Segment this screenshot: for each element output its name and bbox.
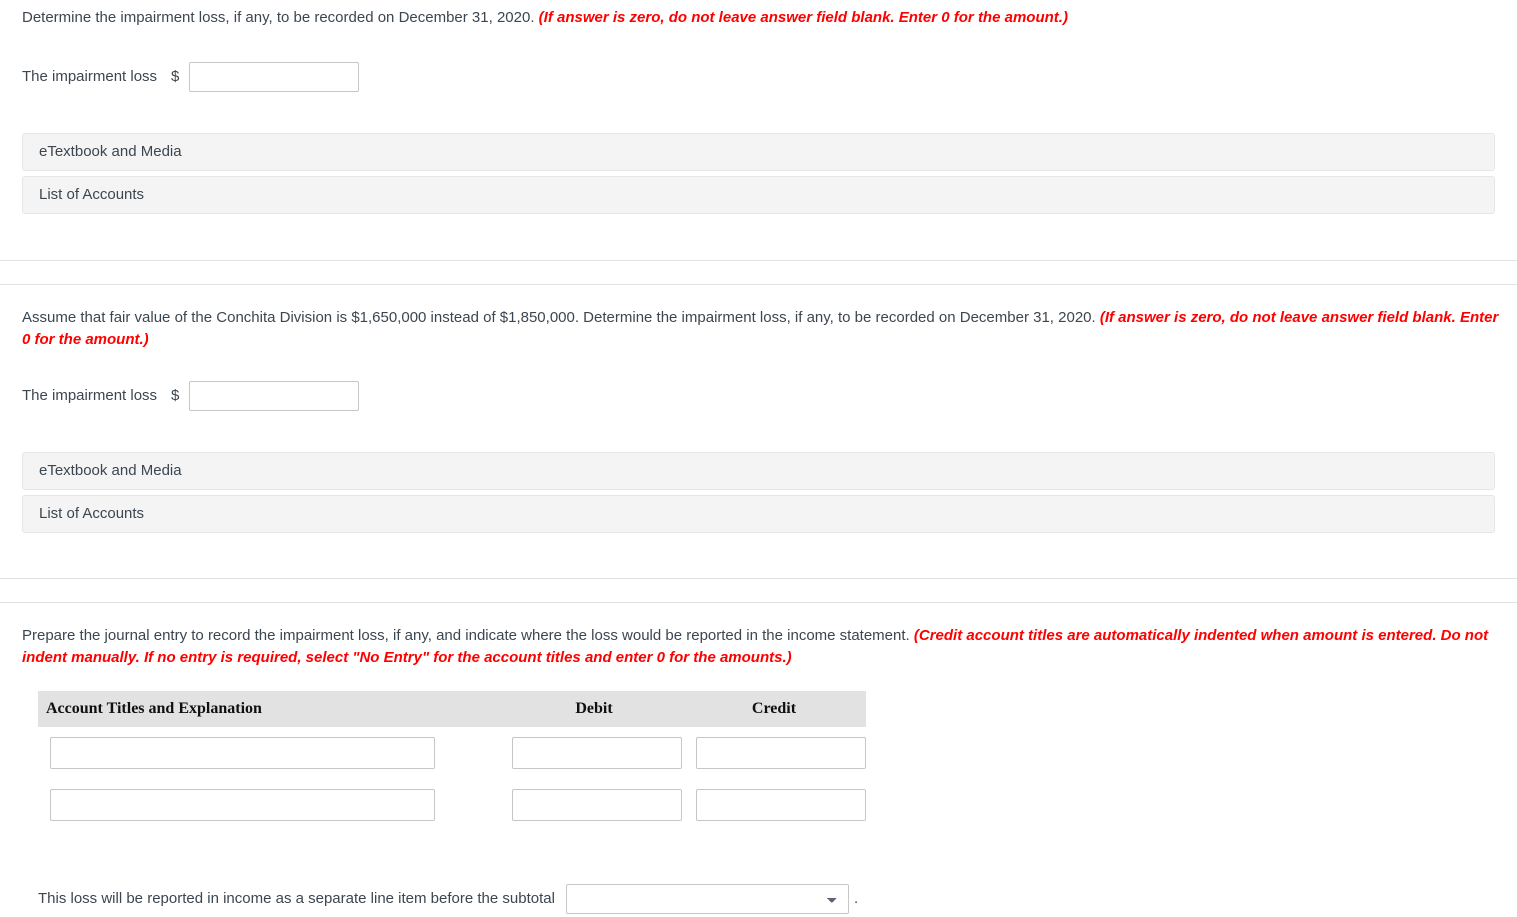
part-a-etextbook-and-media-button[interactable]: eTextbook and Media [22,132,1495,171]
part-a-etextbook-label: eTextbook and Media [39,142,182,160]
journal-entry-section: Prepare the journal entry to record the … [0,603,1517,914]
journal-row-1-account-input[interactable] [50,736,435,769]
part-b-list-of-accounts-label: List of Accounts [39,504,145,522]
assignment-page: Determine the impairment loss, if any, t… [0,0,1517,914]
part-a-answer-label: The impairment loss [22,67,158,85]
journal-row-2-account-cell [38,779,506,831]
part-a-list-of-accounts-label: List of Accounts [39,185,145,203]
journal-prompt: Prepare the journal entry to record the … [16,625,1501,670]
journal-row-1-credit-input[interactable] [696,736,866,769]
column-header-debit: Debit [506,690,682,727]
part-b-currency-symbol: $ [171,386,180,404]
part-b-prompt: Assume that fair value of the Conchita D… [16,307,1501,352]
journal-row-1-debit-cell [506,727,682,779]
part-a-list-of-accounts-button[interactable]: List of Accounts [22,175,1495,214]
journal-row-2-debit-input[interactable] [512,788,682,821]
part-a-answer-row: The impairment loss $ [16,61,1501,92]
table-row [38,779,866,831]
part-a-prompt: Determine the impairment loss, if any, t… [16,7,1501,30]
subtotal-select[interactable] [565,883,849,914]
section-divider-1 [0,259,1517,285]
journal-table-header-row: Account Titles and Explanation Debit Cre… [38,690,866,727]
part-a-impairment-loss-input[interactable] [189,61,360,92]
journal-row-1-debit-input[interactable] [512,736,682,769]
journal-row-1-credit-cell [682,727,866,779]
part-b-answer-row: The impairment loss $ [16,380,1501,411]
journal-row-2-credit-cell [682,779,866,831]
part-b-prompt-text: Assume that fair value of the Conchita D… [22,308,1096,326]
part-b-etextbook-and-media-button[interactable]: eTextbook and Media [22,451,1495,490]
question-part-a: Determine the impairment loss, if any, t… [0,0,1517,214]
journal-prompt-text: Prepare the journal entry to record the … [22,626,910,644]
question-part-b: Assume that fair value of the Conchita D… [0,285,1517,533]
section-divider-2 [0,577,1517,603]
divider-gap [0,261,1517,284]
column-header-credit: Credit [682,690,866,727]
journal-row-2-credit-input[interactable] [696,788,866,821]
journal-row-2-account-input[interactable] [50,788,435,821]
part-b-etextbook-label: eTextbook and Media [39,461,182,479]
part-b-impairment-loss-input[interactable] [189,380,360,411]
loss-reporting-label: This loss will be reported in income as … [38,889,555,907]
journal-entry-table: Account Titles and Explanation Debit Cre… [38,690,866,831]
part-a-currency-symbol: $ [171,67,180,85]
part-b-list-of-accounts-button[interactable]: List of Accounts [22,494,1495,533]
loss-reporting-period: . [853,889,859,907]
column-header-account-titles: Account Titles and Explanation [38,690,506,727]
divider-gap [0,579,1517,602]
part-b-answer-label: The impairment loss [22,386,158,404]
part-a-prompt-hint: (If answer is zero, do not leave answer … [538,9,1068,26]
table-row [38,727,866,779]
part-a-prompt-text: Determine the impairment loss, if any, t… [22,9,535,26]
loss-reporting-row: This loss will be reported in income as … [16,883,1501,914]
journal-row-2-debit-cell [506,779,682,831]
journal-row-1-account-cell [38,727,506,779]
